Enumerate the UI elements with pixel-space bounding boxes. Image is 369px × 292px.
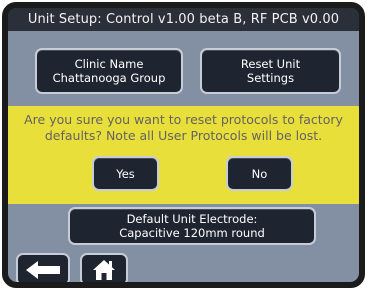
clinic-name-value: Chattanooga Group <box>52 71 166 85</box>
screen: Unit Setup: Control v1.00 beta B, RF PCB… <box>8 8 359 282</box>
electrode-label: Default Unit Electrode: <box>126 212 258 226</box>
dialog-message: Are you sure you want to reset protocols… <box>24 112 343 143</box>
title-bar: Unit Setup: Control v1.00 beta B, RF PCB… <box>8 8 359 31</box>
home-button[interactable] <box>80 253 128 282</box>
default-electrode-button[interactable]: Default Unit Electrode: Capacitive 120mm… <box>68 207 316 245</box>
clinic-name-label: Clinic Name <box>74 57 144 71</box>
electrode-value: Capacitive 120mm round <box>119 226 265 240</box>
reset-label-line2: Settings <box>246 71 295 85</box>
yes-button[interactable]: Yes <box>92 156 159 191</box>
no-button[interactable]: No <box>226 156 293 191</box>
yes-label: Yes <box>116 166 135 181</box>
back-arrow-icon <box>26 260 60 279</box>
reset-unit-settings-button[interactable]: Reset Unit Settings <box>200 48 341 94</box>
confirm-reset-dialog: Are you sure you want to reset protocols… <box>8 106 359 204</box>
reset-label-line1: Reset Unit <box>240 57 301 71</box>
clinic-name-button[interactable]: Clinic Name Chattanooga Group <box>35 48 183 94</box>
title-text: Unit Setup: Control v1.00 beta B, RF PCB… <box>27 12 340 27</box>
device-frame: Unit Setup: Control v1.00 beta B, RF PCB… <box>2 2 365 288</box>
home-icon <box>93 259 115 280</box>
back-button[interactable] <box>16 253 70 282</box>
no-label: No <box>251 166 268 181</box>
